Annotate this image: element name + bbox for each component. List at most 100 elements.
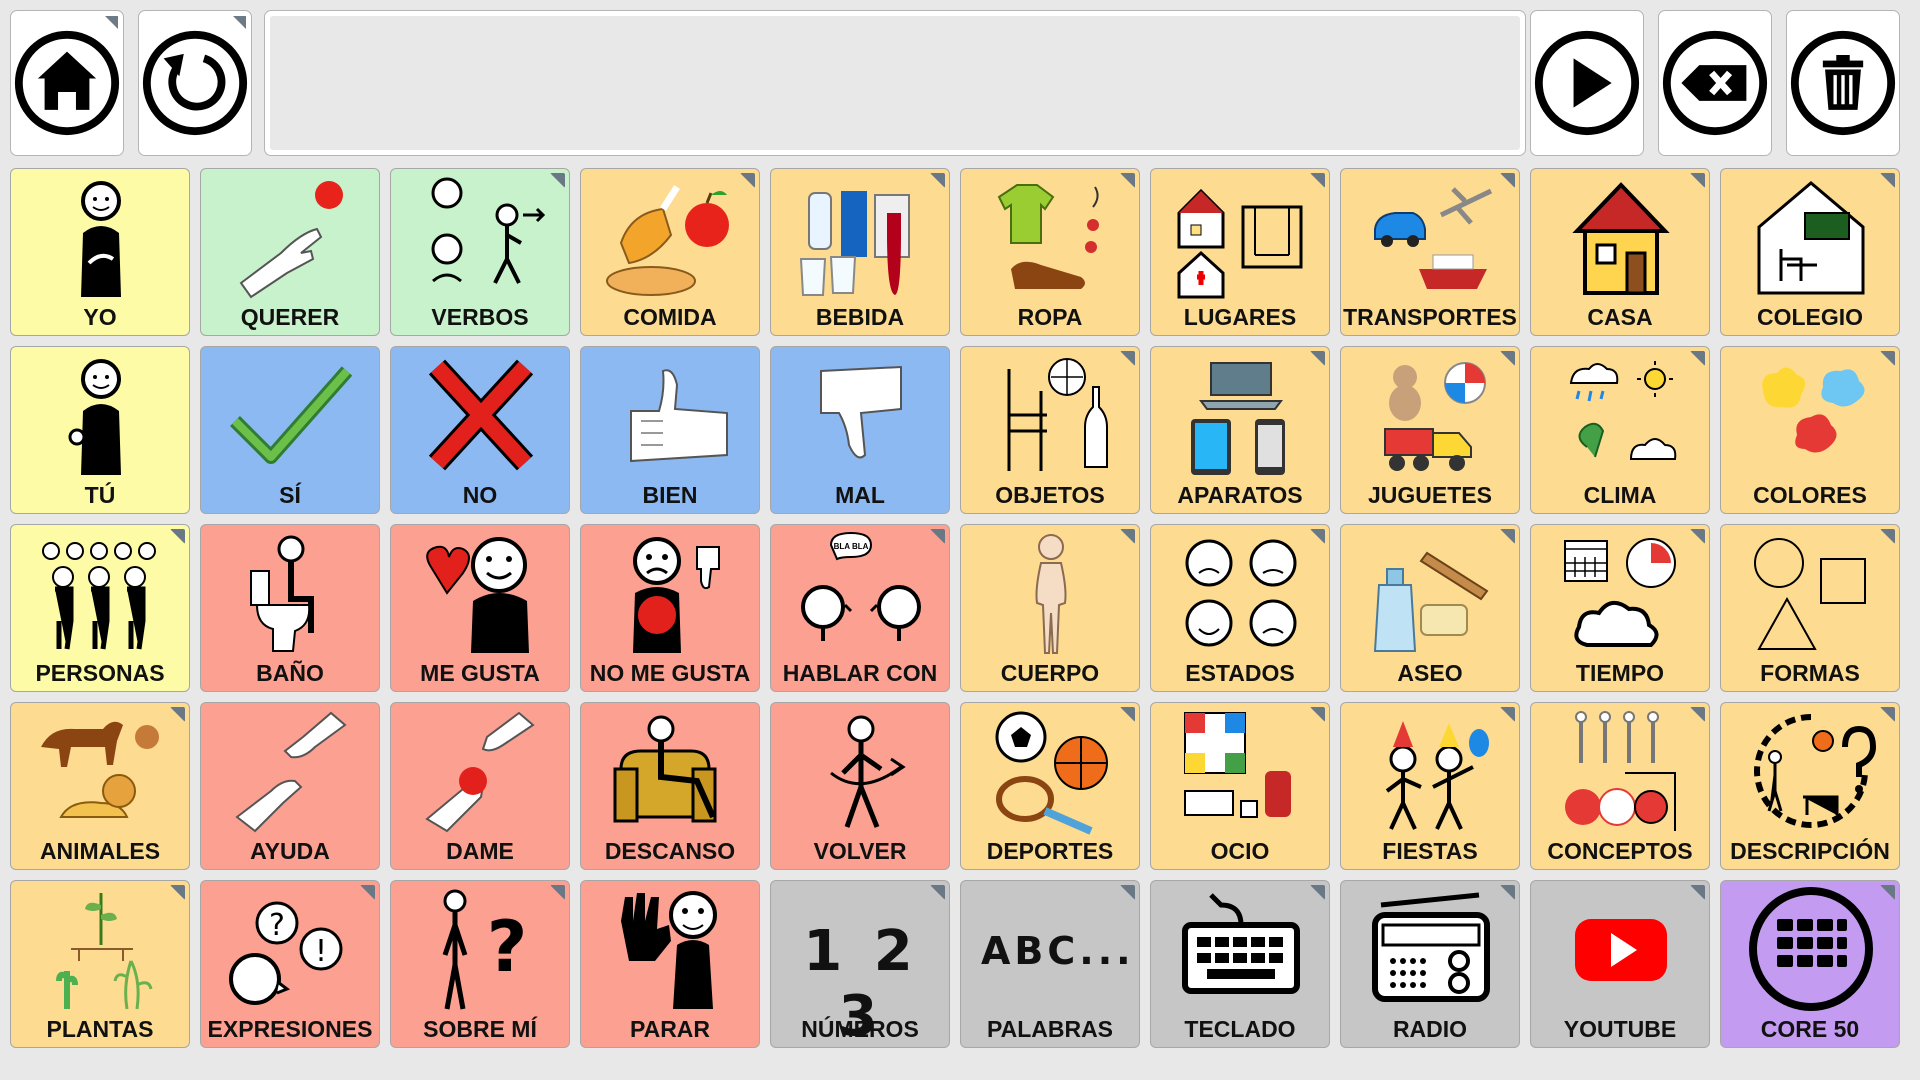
youtube-icon [1551,885,1691,1013]
cell-label: CORE 50 [1760,1016,1860,1042]
grid-cell-words[interactable]: ABC... PALABRAS [960,880,1140,1048]
backspace-button[interactable] [1658,10,1772,156]
folder-marker [1690,173,1705,188]
grid-cell-emotions[interactable]: ESTADOS [1150,524,1330,692]
grid-cell-sports[interactable]: DEPORTES [960,702,1140,870]
cell-label: CASA [1587,304,1653,330]
grid-cell-hand-reach-ball[interactable]: QUERER [200,168,380,336]
cell-label: AYUDA [250,838,330,864]
grid-cell-animals[interactable]: ANIMALES [10,702,190,870]
grid-cell-toilet[interactable]: BAÑO [200,524,380,692]
toys-icon [1361,351,1501,479]
grid-cell-party[interactable]: FIESTAS [1340,702,1520,870]
leisure-icon [1171,707,1311,835]
cell-label: OCIO [1210,838,1270,864]
clear-button[interactable] [1786,10,1900,156]
cell-label: BEBIDA [815,304,905,330]
thumbs-up-icon [601,351,741,479]
cell-label: TRANSPORTES [1343,304,1517,330]
folder-marker [1500,351,1515,366]
grid-cell-talk[interactable]: BLA BLA HABLAR CON [770,524,950,692]
grid-cell-hygiene[interactable]: ASEO [1340,524,1520,692]
words-icon: ABC... [981,885,1131,1013]
folder-marker [170,529,185,544]
top-toolbar [10,10,1910,158]
undo-button[interactable] [138,10,252,156]
weather-icon [1551,351,1691,479]
devices-icon [1171,351,1311,479]
grid-cell-expressions[interactable]: ?! EXPRESIONES [200,880,380,1048]
grid-cell-stop-hand[interactable]: PARAR [580,880,760,1048]
clothes-icon [981,173,1121,301]
grid-cell-food[interactable]: COMIDA [580,168,760,336]
grid-cell-cross[interactable]: NO [390,346,570,514]
cell-label: ROPA [1017,304,1083,330]
folder-marker [360,885,375,900]
folder-marker [170,707,185,722]
folder-marker [1310,351,1325,366]
cell-label: CONCEPTOS [1547,838,1693,864]
house-icon [1551,173,1691,301]
grid-cell-concepts[interactable]: CONCEPTOS [1530,702,1710,870]
paint-splash-icon [1741,351,1881,479]
play-icon [1534,30,1640,136]
grid-cell-school[interactable]: COLEGIO [1720,168,1900,336]
grid-cell-actions[interactable]: VERBOS [390,168,570,336]
school-icon [1741,173,1881,301]
grid-cell-transport[interactable]: TRANSPORTES [1340,168,1520,336]
grid-cell-paint-splash[interactable]: COLORES [1720,346,1900,514]
about-me-icon: ? [411,885,551,1013]
grid-cell-objects[interactable]: OBJETOS [960,346,1140,514]
return-icon [791,707,931,835]
grid-cell-shapes[interactable]: FORMAS [1720,524,1900,692]
speak-button[interactable] [1530,10,1644,156]
grid-cell-description[interactable]: DESCRIPCIÓN [1720,702,1900,870]
grid-cell-house[interactable]: CASA [1530,168,1710,336]
grid-cell-clothes[interactable]: ROPA [960,168,1140,336]
grid-cell-places[interactable]: LUGARES [1150,168,1330,336]
symbol-grid: YO QUERER VERBOS COMIDA BEBIDA ROPA LUGARES TRA… [10,168,1900,1049]
time-icon [1551,529,1691,657]
message-bar[interactable] [264,10,1526,156]
grid-cell-return[interactable]: VOLVER [770,702,950,870]
grid-cell-time[interactable]: TIEMPO [1530,524,1710,692]
cell-label: TÚ [84,482,116,508]
grid-cell-give[interactable]: DAME [390,702,570,870]
grid-cell-devices[interactable]: APARATOS [1150,346,1330,514]
grid-cell-checkmark[interactable]: SÍ [200,346,380,514]
grid-cell-core-grid[interactable]: CORE 50 [1720,880,1900,1048]
grid-cell-thumbs-up[interactable]: BIEN [580,346,760,514]
grid-cell-person-you[interactable]: TÚ [10,346,190,514]
party-icon [1361,707,1501,835]
grid-cell-plants[interactable]: PLANTAS [10,880,190,1048]
home-button[interactable] [10,10,124,156]
folder-marker [1310,173,1325,188]
grid-cell-person-me[interactable]: YO [10,168,190,336]
grid-cell-toys[interactable]: JUGUETES [1340,346,1520,514]
grid-cell-radio[interactable]: RADIO [1340,880,1520,1048]
grid-cell-youtube[interactable]: YOUTUBE [1530,880,1710,1048]
cell-label: NÚMEROS [801,1016,919,1042]
grid-cell-help-hands[interactable]: AYUDA [200,702,380,870]
grid-cell-keyboard[interactable]: TECLADO [1150,880,1330,1048]
cell-label: EXPRESIONES [207,1016,373,1042]
grid-cell-about-me[interactable]: ? SOBRE MÍ [390,880,570,1048]
grid-cell-rest[interactable]: DESCANSO [580,702,760,870]
grid-cell-numbers[interactable]: 1 2 3 NÚMEROS [770,880,950,1049]
grid-cell-dislike[interactable]: NO ME GUSTA [580,524,760,692]
grid-cell-drinks[interactable]: BEBIDA [770,168,950,336]
cell-label: TECLADO [1184,1016,1296,1042]
cell-label: COLEGIO [1756,304,1864,330]
grid-cell-weather[interactable]: CLIMA [1530,346,1710,514]
grid-cell-thumbs-down[interactable]: MAL [770,346,950,514]
grid-cell-like[interactable]: ME GUSTA [390,524,570,692]
cell-label: LUGARES [1183,304,1297,330]
grid-cell-leisure[interactable]: OCIO [1150,702,1330,870]
transport-icon [1361,173,1501,301]
folder-marker [170,885,185,900]
message-text [270,16,1520,150]
grid-cell-people[interactable]: PERSONAS [10,524,190,692]
cell-label: PLANTAS [46,1016,154,1042]
cell-label: HABLAR CON [782,660,938,686]
grid-cell-body[interactable]: CUERPO [960,524,1140,692]
